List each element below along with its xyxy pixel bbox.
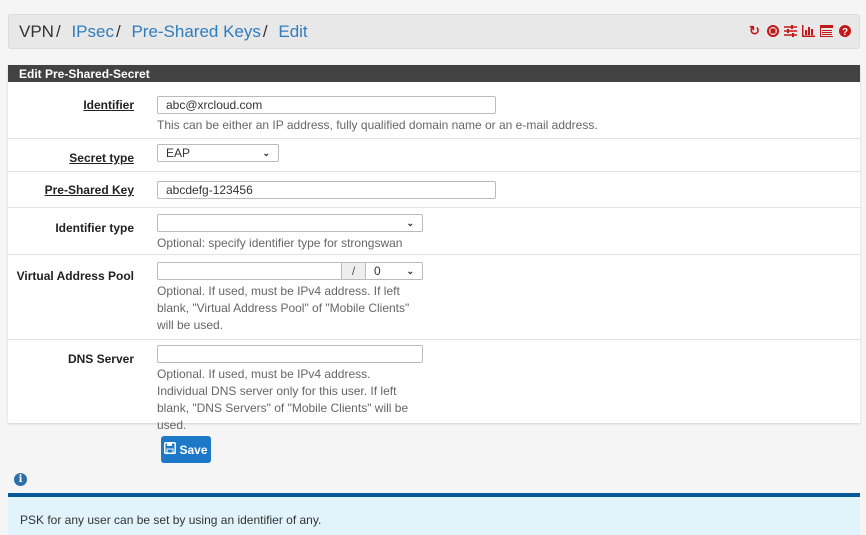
chevron-down-icon: ⌄ [262, 147, 270, 158]
vap-label: Virtual Address Pool [16, 269, 134, 283]
identifier-type-row: Identifier type ⌄ Optional: specify iden… [8, 208, 860, 255]
save-label: Save [179, 442, 208, 457]
reload-icon[interactable]: ↻ [748, 23, 761, 38]
breadcrumb-ipsec[interactable]: IPsec [71, 22, 114, 41]
identifier-type-help: Optional: specify identifier type for st… [157, 236, 403, 250]
psk-input[interactable]: abcdefg-123456 [157, 181, 496, 199]
save-icon [164, 442, 177, 457]
vap-mask-select[interactable]: 0 ⌄ [366, 262, 423, 280]
breadcrumb-pre-shared-keys[interactable]: Pre-Shared Keys [131, 22, 260, 41]
vap-help: Optional. If used, must be IPv4 address.… [157, 284, 410, 332]
identifier-type-label: Identifier type [55, 221, 134, 235]
info-box: PSK for any user can be set by using an … [8, 493, 860, 535]
sliders-icon[interactable] [784, 24, 797, 38]
secret-type-label: Secret type [69, 151, 134, 165]
breadcrumb-vpn: VPN [19, 21, 54, 41]
vap-row: Virtual Address Pool / 0 ⌄ Optional. If u… [8, 255, 860, 340]
stop-icon[interactable] [766, 24, 779, 38]
identifier-label: Identifier [83, 98, 134, 112]
info-text: PSK for any user can be set by using an … [20, 513, 322, 527]
secret-type-select[interactable]: EAP ⌄ [157, 144, 279, 162]
info-icon[interactable]: i [14, 473, 27, 486]
vap-slash: / [342, 262, 366, 280]
page-header: VPN / IPsec / Pre-Shared Keys / Edit ↻ ? [8, 14, 860, 49]
edit-psk-panel: Edit Pre-Shared-Secret Identifier abc@xr… [8, 65, 860, 432]
dns-label: DNS Server [67, 352, 134, 366]
chevron-down-icon: ⌄ [406, 217, 414, 228]
dns-row: DNS Server Optional. If used, must be IP… [8, 340, 860, 432]
log-icon[interactable] [820, 24, 833, 38]
help-icon[interactable]: ? [838, 24, 851, 38]
bar-chart-icon[interactable] [802, 24, 815, 38]
psk-label: Pre-Shared Key [44, 183, 134, 197]
dns-input[interactable] [157, 345, 423, 363]
identifier-row: Identifier abc@xrcloud.com This can be e… [8, 82, 860, 139]
identifier-help: This can be either an IP address, fully … [157, 118, 598, 132]
secret-type-value: EAP [166, 146, 191, 160]
chevron-down-icon: ⌄ [406, 265, 414, 276]
vap-mask-value: 0 [374, 264, 381, 278]
dns-help: Optional. If used, must be IPv4 address.… [157, 367, 409, 432]
svg-text:?: ? [841, 27, 847, 37]
identifier-input[interactable]: abc@xrcloud.com [157, 96, 496, 114]
save-button[interactable]: Save [161, 436, 211, 463]
vap-address-input[interactable] [157, 262, 342, 280]
breadcrumb-edit[interactable]: Edit [278, 22, 307, 41]
identifier-type-select[interactable]: ⌄ [157, 214, 423, 232]
breadcrumb: VPN / IPsec / Pre-Shared Keys / Edit [19, 21, 308, 41]
secret-type-row: Secret type EAP ⌄ [8, 139, 860, 172]
psk-row: Pre-Shared Key abcdefg-123456 [8, 172, 860, 208]
panel-title: Edit Pre-Shared-Secret [8, 65, 860, 82]
